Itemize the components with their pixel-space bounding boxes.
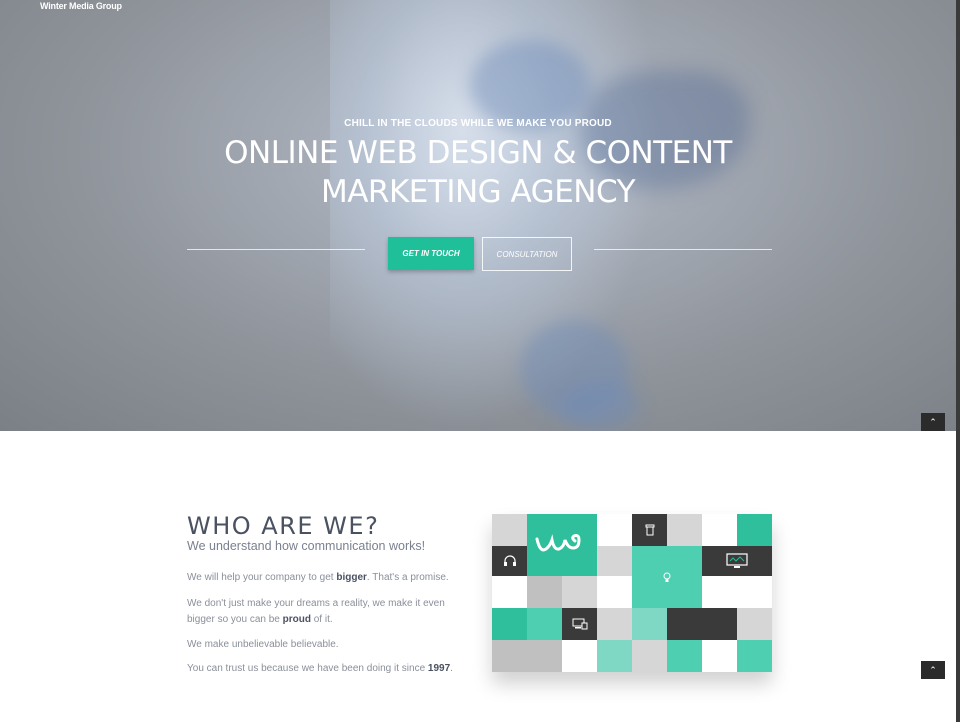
mosaic-tile xyxy=(492,608,527,640)
mosaic-tile xyxy=(702,514,737,546)
mosaic-tile xyxy=(667,608,737,640)
hero-tagline: CHILL IN THE CLOUDS WHILE WE MAKE YOU PR… xyxy=(344,118,612,129)
about-paragraph: We will help your company to get bigger.… xyxy=(187,572,449,583)
hero-banner: Winter Media Group CHILL IN THE CLOUDS W… xyxy=(0,0,956,431)
mosaic-tile xyxy=(527,514,597,576)
get-in-touch-button[interactable]: GET IN TOUCH xyxy=(388,237,474,270)
mosaic-tile xyxy=(632,608,667,640)
scroll-to-top-button[interactable]: ⌃ xyxy=(921,413,945,431)
mosaic-tile xyxy=(632,640,667,672)
section-title: WHO ARE WE? xyxy=(187,512,380,540)
mosaic-tile xyxy=(597,576,632,608)
mosaic-tile xyxy=(597,608,632,640)
hero-cloud xyxy=(560,380,640,430)
headline-line-1: ONLINE WEB DESIGN & CONTENT xyxy=(224,135,732,171)
mosaic-tile xyxy=(667,640,702,672)
headline-line-2: MARKETING AGENCY xyxy=(320,174,636,210)
mosaic-tile xyxy=(527,608,562,640)
mosaic-tile xyxy=(562,576,597,608)
scroll-to-top-button[interactable]: ⌃ xyxy=(921,661,945,679)
lightbulb-icon xyxy=(663,572,671,582)
mosaic-tile xyxy=(702,576,737,608)
consultation-button[interactable]: CONSULTATION xyxy=(482,237,572,271)
mosaic-tile xyxy=(667,514,702,546)
left-divider xyxy=(187,249,365,250)
hero-headline: ONLINE WEB DESIGN & CONTENT MARKETING AG… xyxy=(0,134,956,212)
right-divider xyxy=(594,249,772,250)
mosaic-tile xyxy=(492,576,527,608)
page-scrollbar[interactable] xyxy=(956,0,960,722)
mosaic-tile xyxy=(597,640,632,672)
headset-icon xyxy=(503,555,516,566)
about-paragraph: We make unbelievable believable. xyxy=(187,639,339,650)
about-paragraph: You can trust us because we have been do… xyxy=(187,663,453,674)
mosaic-tile xyxy=(737,640,772,672)
monitor-icon xyxy=(726,553,748,568)
mosaic-tile xyxy=(597,514,632,546)
mosaic-tile xyxy=(492,514,527,546)
devices-icon xyxy=(572,618,587,630)
mosaic-tile xyxy=(632,546,702,608)
mosaic-tile xyxy=(632,514,667,546)
trash-icon xyxy=(645,524,654,536)
section-subtitle: We understand how communication works! xyxy=(187,539,426,553)
services-mosaic xyxy=(492,514,772,672)
mosaic-tile xyxy=(492,546,527,576)
logo-icon xyxy=(535,534,581,552)
mosaic-tile xyxy=(737,576,772,608)
about-paragraph: We don't just make your dreams a reality… xyxy=(187,598,445,625)
mosaic-tile xyxy=(562,608,597,640)
mosaic-tile xyxy=(562,640,597,672)
mosaic-tile xyxy=(737,608,772,640)
mosaic-tile xyxy=(492,640,562,672)
brand-logo[interactable]: Winter Media Group xyxy=(40,1,122,11)
chevron-up-icon: ⌃ xyxy=(929,416,937,427)
mosaic-tile xyxy=(597,546,632,576)
hero-cloud xyxy=(470,40,590,130)
chevron-up-icon: ⌃ xyxy=(929,664,937,675)
mosaic-tile xyxy=(702,546,772,576)
mosaic-tile xyxy=(702,640,737,672)
mosaic-tile xyxy=(527,576,562,608)
mosaic-tile xyxy=(737,514,772,546)
